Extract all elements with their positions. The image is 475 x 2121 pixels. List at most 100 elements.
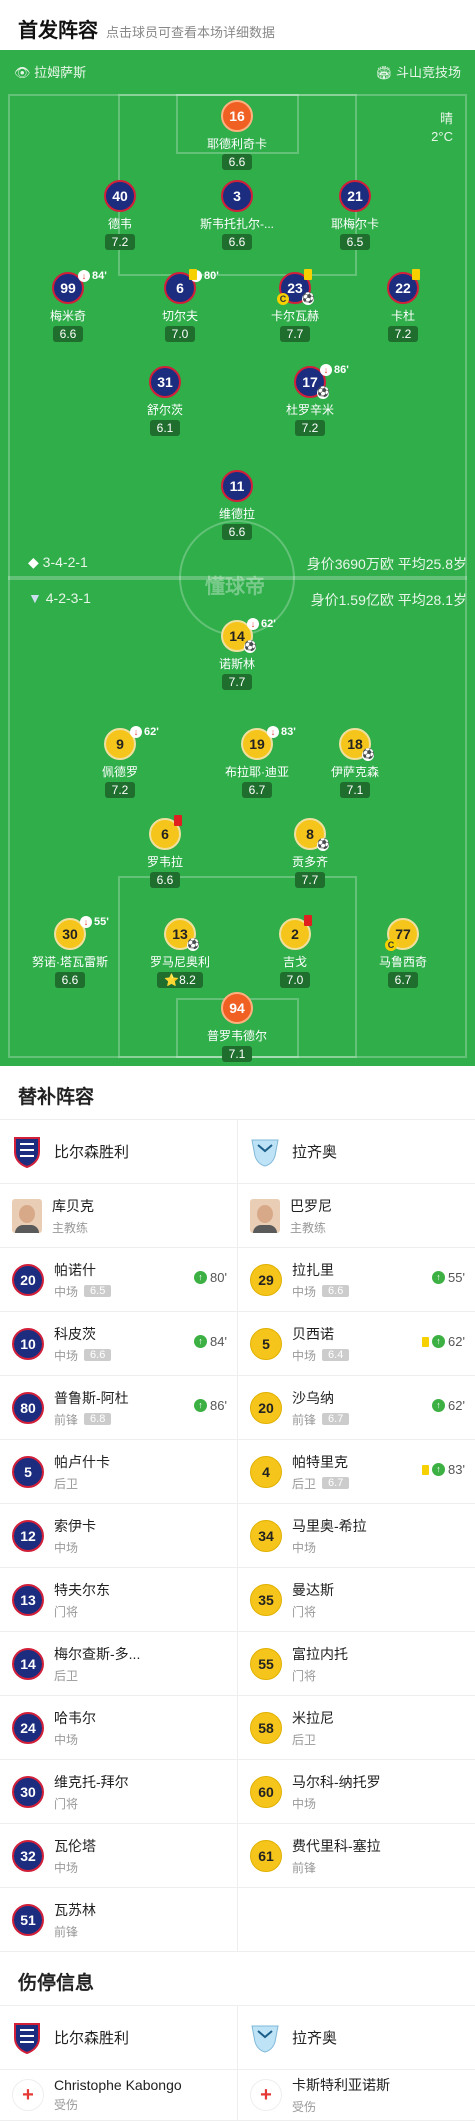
sub-on-icon: ↑ — [432, 1463, 446, 1476]
sub-away-player[interactable]: 61 费代里科-塞拉 前锋 — [237, 1824, 475, 1887]
player-15[interactable]: 6 罗韦拉 6.6 — [110, 815, 220, 889]
sub-away-player[interactable]: 60 马尔科-纳托罗 中场 — [237, 1760, 475, 1823]
sub-away-player[interactable]: 4 帕特里克 后卫 6.7 ↑ 83' — [237, 1440, 475, 1503]
player-9[interactable]: 17 ↓ 86' ⚽ 杜罗辛米 7.2 — [255, 364, 365, 437]
yellow-card-icon — [189, 269, 197, 280]
subs-row: 14 梅尔查斯-多... 后卫 55 富拉内托 门将 — [0, 1632, 475, 1696]
player-name: 维德拉 — [218, 507, 255, 521]
subs-row: 5 帕卢什卡 后卫 4 帕特里克 后卫 6.7 ↑ 83' — [0, 1440, 475, 1504]
coach-role: 主教练 — [52, 1220, 89, 1235]
subs-row: 32 瓦伦塔 中场 61 费代里科-塞拉 前锋 — [0, 1824, 475, 1888]
player-2[interactable]: 3 斯韦托扎尔-... 6.6 — [182, 180, 292, 251]
player-13[interactable]: 19 ↓ 83' 布拉耶·迪亚 6.7 — [202, 726, 312, 799]
sub-away-player[interactable]: 34 马里奥-希拉 中场 — [237, 1504, 475, 1567]
player-10[interactable]: 11 维德拉 6.6 — [182, 470, 292, 541]
player-1[interactable]: 40 德韦 7.2 — [65, 180, 175, 251]
player-14[interactable]: 18 ⚽ 伊萨克森 7.1 — [300, 728, 410, 799]
subs-away-team[interactable]: 拉齐奥 — [237, 1120, 475, 1183]
sub-home-player[interactable]: 10 科皮茨 中场 6.6 ↑ 84' — [0, 1312, 237, 1375]
player-6[interactable]: 23 ⚽ C 卡尔瓦赫 7.7 — [240, 269, 350, 343]
sub-home-player[interactable]: 80 普鲁斯-阿杜 前锋 6.8 ↑ 86' — [0, 1376, 237, 1439]
player-12[interactable]: 9 ↓ 62' 佩德罗 7.2 — [65, 726, 175, 799]
player-5[interactable]: 6↓80' 切尔夫 7.0 — [125, 269, 235, 343]
sub-away-player[interactable]: 5 贝西诺 中场 6.4 ↑ 62' — [237, 1312, 475, 1375]
player-name: 索伊卡 — [54, 1517, 96, 1534]
coach-name: 库贝克 — [52, 1197, 94, 1214]
jersey-number: 51 — [12, 1903, 44, 1936]
sub-off-icon: ↓ — [78, 270, 90, 282]
player-name: 普罗韦德尔 — [206, 1029, 267, 1043]
player-3[interactable]: 21 耶梅尔卡 6.5 — [300, 180, 410, 251]
coach-name: 巴罗尼 — [290, 1197, 332, 1214]
home-coach[interactable]: 库贝克 主教练 — [0, 1184, 237, 1247]
sub-on-icon: ↑ — [194, 1271, 208, 1284]
player-19[interactable]: 2 吉戈 7.0 — [240, 915, 350, 989]
player-18[interactable]: 13 ⚽ 罗马尼奥利 ⭐8.2 — [125, 918, 235, 989]
player-position: 后卫 — [292, 1732, 317, 1747]
player-17[interactable]: 30 ↓ 55' 努诺·塔瓦雷斯 6.6 — [15, 916, 125, 989]
jersey-number: 61 — [250, 1839, 282, 1872]
jersey-number: 19 ↓ 83' — [241, 726, 296, 760]
sub-away-player[interactable]: 35 曼达斯 门将 — [237, 1568, 475, 1631]
sub-away-player[interactable]: 20 沙乌纳 前锋 6.7 ↑ 62' — [237, 1376, 475, 1439]
sub-home-player[interactable]: 13 特夫尔东 门将 — [0, 1568, 237, 1631]
player-position: 中场 — [54, 1860, 79, 1875]
formation-a: 3-4-2-1 — [42, 554, 88, 570]
sub-home-player[interactable]: 12 索伊卡 中场 — [0, 1504, 237, 1567]
player-name: 梅米奇 — [49, 309, 86, 323]
player-number: 31 — [157, 374, 173, 390]
player-position: 前锋 — [54, 1924, 79, 1939]
player-rating: 7.1 — [339, 782, 371, 798]
injury-home-player[interactable]: + Christophe Kabongo 受伤 — [0, 2070, 237, 2120]
injury-home-team[interactable]: 比尔森胜利 — [0, 2006, 237, 2069]
player-name: 耶梅尔卡 — [330, 217, 379, 231]
player-meta: 前锋 — [292, 1859, 381, 1876]
player-position: 门将 — [54, 1796, 79, 1811]
player-name: 卡尔瓦赫 — [270, 309, 319, 323]
stadium-name: 斗山竞技场 — [395, 65, 461, 80]
injury-away-player[interactable]: + 卡斯特利亚诺斯 受伤 — [237, 2070, 475, 2120]
subs-row: 12 索伊卡 中场 34 马里奥-希拉 中场 — [0, 1504, 475, 1568]
player-name: 罗韦拉 — [146, 855, 183, 869]
player-number: 18 — [347, 736, 363, 752]
sub-off-marker: ↓ 83' — [267, 726, 296, 738]
red-card-icon — [304, 915, 312, 926]
team-a-info: 身价3690万欧 平均25.8岁 — [306, 556, 467, 572]
injury-away-team[interactable]: 拉齐奥 — [237, 2006, 475, 2069]
sub-home-player[interactable]: 20 帕诺什 中场 6.5 ↑ 80' — [0, 1248, 237, 1311]
sub-away-player[interactable]: 58 米拉尼 后卫 — [237, 1696, 475, 1759]
player-name: 贡多齐 — [291, 855, 328, 869]
sub-off-icon: ↓ — [320, 364, 332, 376]
sub-home-player[interactable]: 24 哈韦尔 中场 — [0, 1696, 237, 1759]
player-rating: 7.7 — [279, 326, 311, 342]
player-meta: 前锋 — [54, 1923, 96, 1940]
stadium-label: 🏟 斗山竞技场 — [376, 62, 461, 81]
sub-home-player[interactable]: 30 维克托-拜尔 门将 — [0, 1760, 237, 1823]
player-rating: 7.7 — [294, 872, 326, 888]
player-11[interactable]: 14 ↓ 62' ⚽ 诺斯林 7.7 — [182, 618, 292, 691]
player-20[interactable]: 77 C 马鲁西奇 6.7 — [348, 918, 458, 989]
away-coach[interactable]: 巴罗尼 主教练 — [237, 1184, 475, 1247]
sub-home-player[interactable]: 32 瓦伦塔 中场 — [0, 1824, 237, 1887]
player-7[interactable]: 22 卡杜 7.2 — [348, 269, 458, 343]
sub-minute: 83' — [281, 726, 296, 738]
player-number: 94 — [229, 1000, 245, 1016]
medical-cross-icon: + — [250, 2079, 282, 2111]
subs-home-team[interactable]: 比尔森胜利 — [0, 1120, 237, 1183]
sub-away-player[interactable]: 55 富拉内托 门将 — [237, 1632, 475, 1695]
player-4[interactable]: 99 ↓ 84' 梅米奇 6.6 — [13, 270, 123, 343]
player-0[interactable]: 16 耶德利奇卡 6.6 — [182, 100, 292, 171]
home-team-name: 拉姆萨斯 — [34, 65, 87, 80]
player-8[interactable]: 31 舒尔茨 6.1 — [110, 366, 220, 437]
player-16[interactable]: 8 ⚽ 贡多齐 7.7 — [255, 818, 365, 889]
sub-off-marker: ↓ 62' — [130, 726, 159, 738]
sub-away-player[interactable]: 29 拉扎里 中场 6.6 ↑ 55' — [237, 1248, 475, 1311]
player-21[interactable]: 94 普罗韦德尔 7.1 — [182, 992, 292, 1063]
subs-row: 80 普鲁斯-阿杜 前锋 6.8 ↑ 86' 20 沙乌纳 前锋 6.7 ↑ 62' — [0, 1376, 475, 1440]
player-number: 14 — [229, 628, 245, 644]
sub-home-player[interactable]: 5 帕卢什卡 后卫 — [0, 1440, 237, 1503]
sub-on-icon: ↑ — [194, 1335, 208, 1348]
sub-home-player[interactable]: 14 梅尔查斯-多... 后卫 — [0, 1632, 237, 1695]
sub-home-player[interactable]: 51 瓦苏林 前锋 — [0, 1888, 237, 1951]
coach-avatar — [12, 1198, 42, 1233]
